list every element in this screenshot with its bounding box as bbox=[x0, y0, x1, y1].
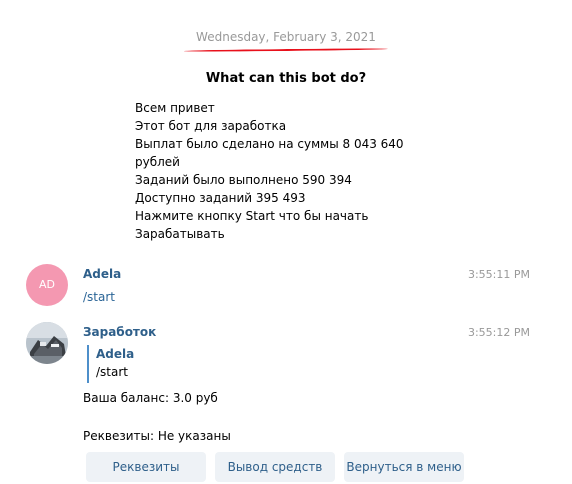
withdraw-funds-button[interactable]: Вывод средств bbox=[215, 452, 335, 482]
bot-info-title: What can this bot do? bbox=[205, 71, 367, 86]
message-time: 3:55:11 PM bbox=[467, 268, 530, 281]
bot-info-line: Заданий было выполнено 590 394 bbox=[135, 173, 352, 187]
reply-quote[interactable]: Adela /start bbox=[87, 345, 134, 383]
message-text-balance: Ваша баланс: 3.0 руб bbox=[83, 391, 218, 405]
message-text-command[interactable]: /start bbox=[83, 290, 115, 304]
bot-photo-avatar-icon bbox=[26, 322, 68, 364]
bot-info-line: Нажмите кнопку Start что бы начать bbox=[135, 209, 369, 223]
reply-author: Adela bbox=[96, 347, 135, 361]
message-time: 3:55:12 PM bbox=[467, 326, 530, 339]
bot-info-line: Выплат было сделано на суммы 8 043 640 bbox=[135, 137, 404, 151]
message-author[interactable]: Заработок bbox=[83, 325, 156, 339]
red-underline-annotation bbox=[183, 47, 389, 53]
requisites-button[interactable]: Реквезиты bbox=[86, 452, 206, 482]
reply-text: /start bbox=[96, 365, 128, 379]
bot-info-line: Всем привет bbox=[135, 101, 215, 115]
back-to-menu-button[interactable]: Вернуться в меню bbox=[344, 452, 464, 482]
bot-info-line: Этот бот для заработка bbox=[135, 119, 287, 133]
message-author[interactable]: Adela bbox=[83, 267, 121, 281]
bot-info-description: Всем привет Этот бот для заработка Выпла… bbox=[135, 99, 425, 243]
bot-info-line: Зарабатывать bbox=[135, 227, 225, 241]
date-label: Wednesday, February 3, 2021 bbox=[196, 30, 376, 44]
message-text-requisites: Реквезиты: Не указаны bbox=[83, 429, 231, 443]
bot-info-line: рублей bbox=[135, 155, 180, 169]
bot-photo-avatar[interactable] bbox=[26, 322, 68, 364]
user-avatar[interactable]: AD bbox=[26, 264, 68, 306]
date-separator: Wednesday, February 3, 2021 bbox=[0, 30, 572, 44]
bot-info-line: Доступно заданий 395 493 bbox=[135, 191, 306, 205]
